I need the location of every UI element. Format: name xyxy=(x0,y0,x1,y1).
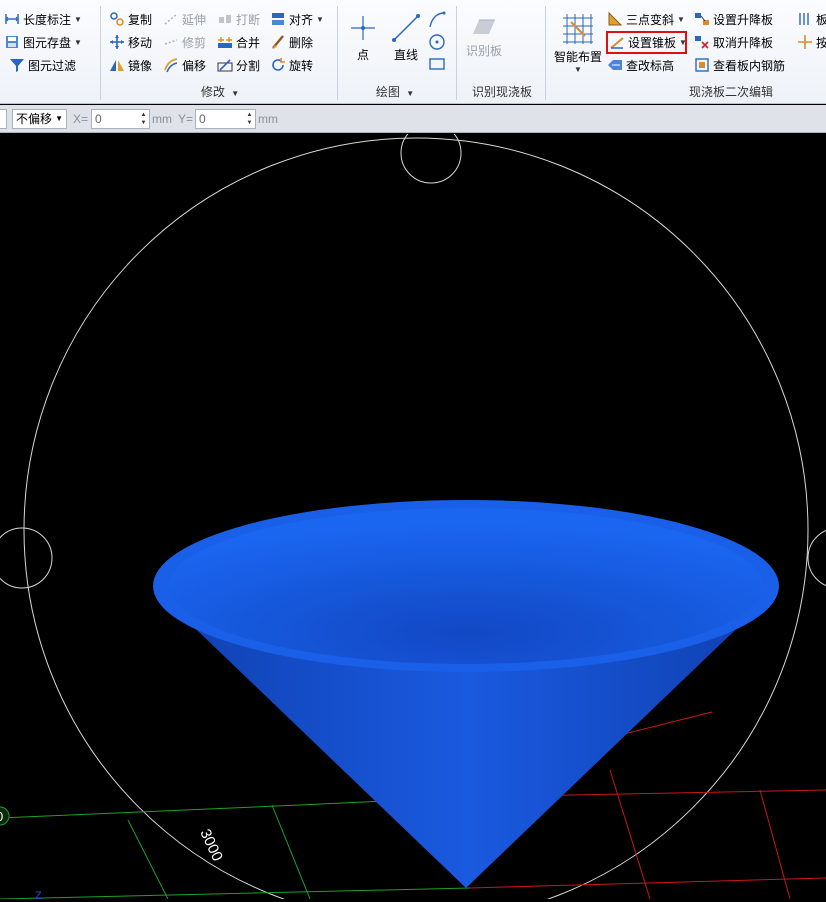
cancel-drop-slab-button[interactable]: 取消升降板 xyxy=(694,32,773,52)
trim-icon xyxy=(164,39,178,45)
coordinate-toolbar: 不偏移 ▼ X= 0 ▲ ▼ mm Y= 0 ▲ ▼ mm xyxy=(0,105,826,133)
y-label: Y= xyxy=(178,112,194,126)
arc-icon[interactable] xyxy=(428,11,446,29)
view-rebar-icon xyxy=(695,58,709,72)
split-button[interactable]: 分割 xyxy=(217,55,260,75)
y-unit: mm xyxy=(258,112,278,126)
viewport-svg: 0 Z 3000 xyxy=(0,122,826,902)
mirror-button[interactable]: 镜像 xyxy=(109,55,152,75)
cancel-drop-slab-icon xyxy=(695,36,709,49)
axis-marker-label: 0 xyxy=(0,809,3,824)
rotate-icon xyxy=(272,58,285,71)
align-button[interactable]: 对齐 ▼ xyxy=(270,9,324,29)
move-button[interactable]: 移动 xyxy=(109,32,152,52)
chevron-down-icon: ▼ xyxy=(55,114,63,123)
set-drop-slab-icon xyxy=(695,13,709,25)
cone-top-surface xyxy=(169,508,763,664)
identify-slab-button[interactable]: 识别板 xyxy=(462,14,506,59)
circle-icon[interactable] xyxy=(428,33,446,51)
grid-dimension-label: 3000 xyxy=(196,827,226,864)
group-label-modify: 修改 ▼ xyxy=(200,85,240,99)
x-label: X= xyxy=(73,112,89,126)
merge-icon xyxy=(218,37,232,48)
delete-icon xyxy=(272,35,284,49)
move-icon xyxy=(110,35,124,49)
break-button[interactable]: 打断 xyxy=(217,9,260,29)
axis-circle-top xyxy=(400,122,462,184)
set-drop-slab-button[interactable]: 设置升降板 xyxy=(694,9,773,29)
view-rebar-button[interactable]: 查看板内钢筋 xyxy=(694,55,785,75)
filter-element-button[interactable]: 图元过滤 xyxy=(9,55,76,75)
merge-button[interactable]: 合并 xyxy=(217,32,260,52)
mirror-icon xyxy=(110,60,124,71)
group-label-slab-edit: 现浇板二次编辑 xyxy=(688,85,773,99)
point-icon xyxy=(351,16,375,40)
delete-button[interactable]: 删除 xyxy=(270,32,313,52)
length-dimension-button[interactable]: 长度标注 ▼ xyxy=(4,9,82,29)
rectangle-icon[interactable] xyxy=(428,57,446,71)
chevron-down-icon: ▼ xyxy=(574,65,582,74)
split-icon xyxy=(217,59,233,72)
save-element-icon xyxy=(6,36,18,48)
offset-select[interactable]: 不偏移 ▼ xyxy=(12,109,67,129)
chevron-down-icon: ▼ xyxy=(74,14,82,24)
axis-circle-right xyxy=(807,529,826,587)
copy-icon xyxy=(110,12,124,26)
ribbon: 长度标注 ▼ 图元存盘 ▼ 图元过滤 复制 移动 镜像 延伸 修剪 偏移 打断 合并 xyxy=(0,0,826,104)
three-point-slope-icon xyxy=(608,11,623,26)
save-element-button[interactable]: 图元存盘 ▼ xyxy=(4,32,82,52)
group-separator xyxy=(456,6,457,100)
y-input[interactable]: 0 ▲ ▼ xyxy=(195,109,256,129)
extend-button[interactable]: 延伸 xyxy=(163,9,206,29)
x-unit: mm xyxy=(152,112,172,126)
smart-layout-icon xyxy=(563,14,593,44)
axis-circle-left xyxy=(0,527,53,589)
break-icon xyxy=(219,15,231,23)
dimension-icon xyxy=(5,14,19,24)
line-button[interactable]: 直线 xyxy=(388,12,424,63)
check-elevation-icon xyxy=(608,60,622,70)
filter-icon xyxy=(10,59,24,72)
x-spinner[interactable]: ▲ ▼ xyxy=(139,111,148,127)
z-axis-label: Z xyxy=(35,890,42,899)
by-button[interactable]: 按 xyxy=(797,32,826,52)
offset-icon xyxy=(164,58,178,73)
smart-layout-button[interactable]: 智能布置 ▼ xyxy=(550,12,606,74)
group-separator xyxy=(100,6,101,100)
group-separator xyxy=(545,6,546,100)
align-icon xyxy=(272,13,284,25)
chevron-down-icon: ▼ xyxy=(74,37,82,47)
identify-slab-icon xyxy=(473,19,495,34)
drawing-canvas[interactable]: 0 Z 3000 xyxy=(0,122,826,902)
y-spinner[interactable]: ▲ ▼ xyxy=(245,111,254,127)
check-elevation-button[interactable]: 查改标高 xyxy=(607,55,674,75)
rotate-button[interactable]: 旋转 xyxy=(270,55,313,75)
chevron-down-icon: ▼ xyxy=(406,89,415,98)
extend-icon xyxy=(164,13,178,25)
chevron-down-icon: ▼ xyxy=(316,14,324,24)
toolbar-left-stub[interactable] xyxy=(0,109,7,129)
chevron-down-icon: ▼ xyxy=(677,14,685,24)
trim-button[interactable]: 修剪 xyxy=(163,32,206,52)
highlight-box xyxy=(606,31,687,54)
point-button[interactable]: 点 xyxy=(346,12,380,63)
chevron-down-icon: ▼ xyxy=(231,89,240,98)
x-input[interactable]: 0 ▲ ▼ xyxy=(91,109,150,129)
slab-button[interactable]: 板 xyxy=(797,9,826,29)
group-label-draw: 绘图 ▼ xyxy=(375,85,415,99)
line-icon xyxy=(392,14,420,42)
slab-icon xyxy=(799,13,809,25)
three-point-slope-button[interactable]: 三点变斜 ▼ xyxy=(607,9,685,29)
copy-button[interactable]: 复制 xyxy=(109,9,152,29)
group-separator xyxy=(337,6,338,100)
offset-button[interactable]: 偏移 xyxy=(163,55,206,75)
group-label-identify: 识别现浇板 xyxy=(471,85,532,99)
by-icon xyxy=(798,35,812,49)
